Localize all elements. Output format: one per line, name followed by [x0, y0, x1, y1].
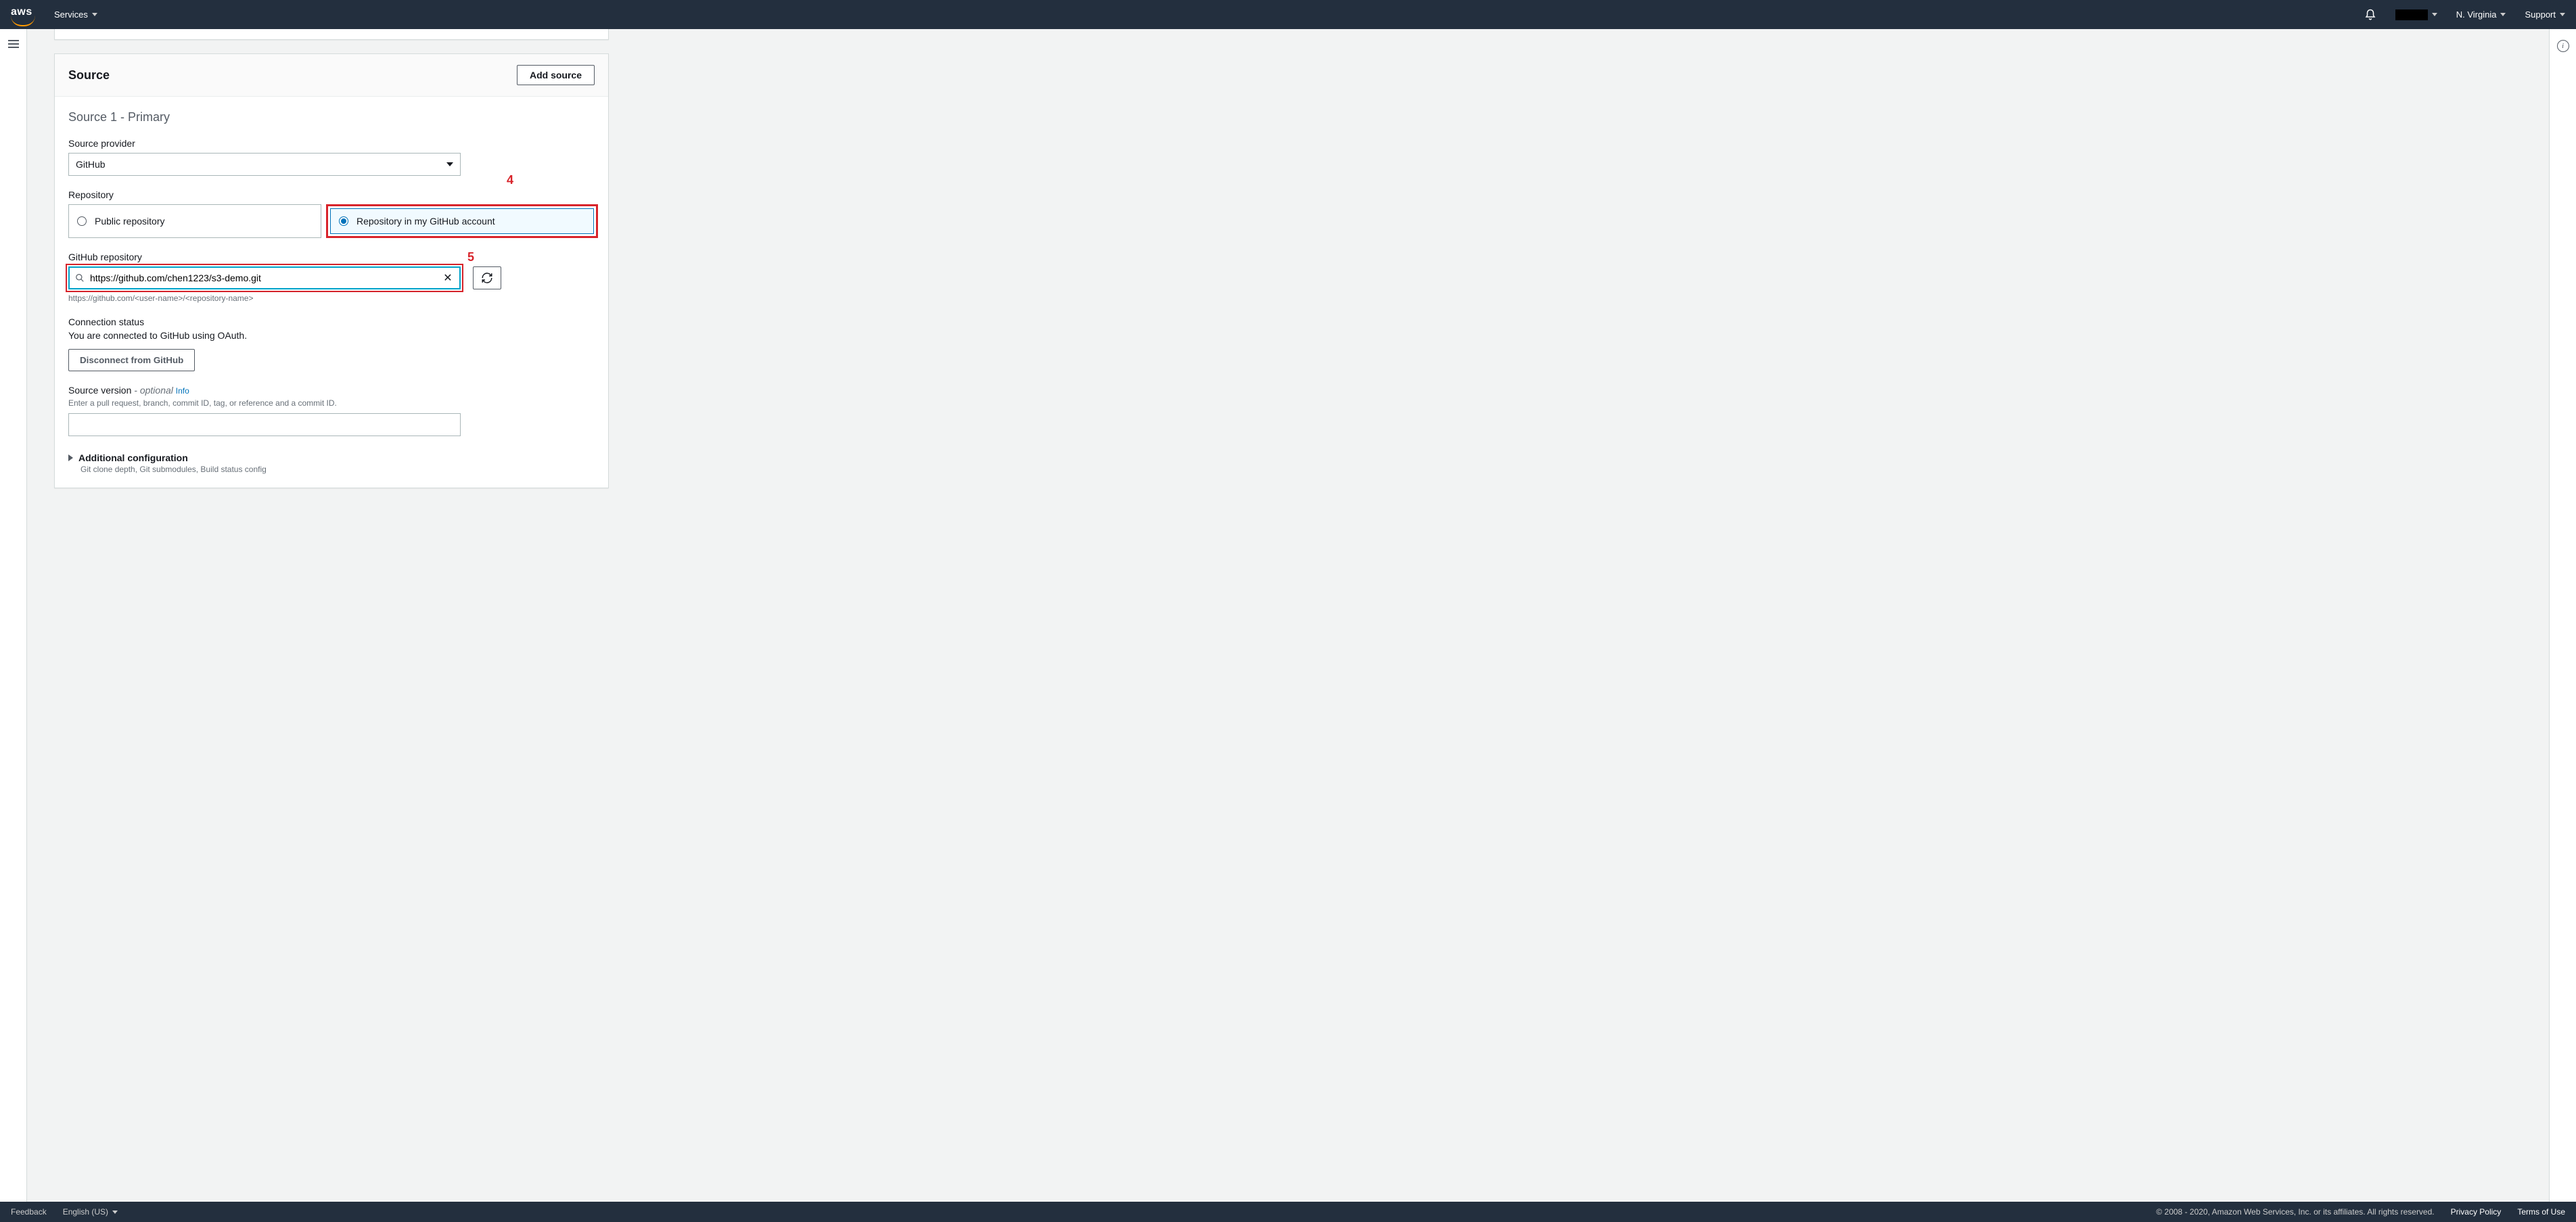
- notifications-icon[interactable]: [2364, 9, 2376, 21]
- clear-input-icon[interactable]: ✕: [442, 271, 454, 285]
- additional-config-title: Additional configuration: [78, 452, 188, 463]
- refresh-icon: [481, 272, 493, 284]
- add-source-button[interactable]: Add source: [517, 65, 595, 85]
- caret-down-icon: [2500, 13, 2506, 16]
- info-icon[interactable]: i: [2557, 40, 2569, 52]
- radio-icon: [77, 216, 87, 226]
- language-selector[interactable]: English (US): [63, 1207, 118, 1217]
- source-section-title: Source 1 - Primary: [68, 110, 595, 124]
- source-version-info-link[interactable]: Info: [176, 386, 189, 396]
- language-label: English (US): [63, 1207, 108, 1217]
- repo-option-account[interactable]: Repository in my GitHub account: [330, 208, 594, 234]
- support-label: Support: [2525, 9, 2556, 20]
- services-label: Services: [54, 9, 88, 20]
- source-provider-label: Source provider: [68, 138, 595, 149]
- region-label: N. Virginia: [2456, 9, 2497, 20]
- source-version-input[interactable]: [68, 413, 461, 436]
- account-name-redacted: [2395, 9, 2428, 20]
- source-panel: Source Add source Source 1 - Primary Sou…: [54, 53, 609, 488]
- caret-right-icon: [68, 454, 73, 461]
- github-repo-input[interactable]: [90, 268, 436, 288]
- github-repo-hint: https://github.com/<user-name>/<reposito…: [68, 293, 461, 303]
- connection-status-message: You are connected to GitHub using OAuth.: [68, 330, 595, 341]
- region-menu[interactable]: N. Virginia: [2456, 9, 2506, 20]
- hamburger-icon[interactable]: [8, 40, 19, 48]
- annotation-5: 5: [467, 250, 474, 264]
- additional-config-subtitle: Git clone depth, Git submodules, Build s…: [80, 465, 595, 474]
- source-version-optional: - optional: [131, 385, 172, 396]
- radio-icon: [339, 216, 348, 226]
- top-nav: aws Services N. Virginia Support: [0, 0, 2576, 29]
- repo-option-account-label: Repository in my GitHub account: [356, 216, 495, 227]
- connection-status-label: Connection status: [68, 316, 595, 327]
- right-rail: i: [2549, 29, 2576, 1202]
- source-version-hint: Enter a pull request, branch, commit ID,…: [68, 398, 595, 408]
- panel-title: Source: [68, 68, 110, 83]
- terms-link[interactable]: Terms of Use: [2517, 1207, 2565, 1217]
- search-icon: [75, 273, 85, 283]
- caret-down-icon: [92, 13, 97, 16]
- source-provider-select[interactable]: GitHub: [68, 153, 461, 176]
- annotation-4: 4: [507, 173, 513, 187]
- github-repo-label: GitHub repository: [68, 252, 595, 262]
- source-provider-value: GitHub: [76, 159, 106, 170]
- repo-option-public[interactable]: Public repository: [68, 204, 321, 238]
- caret-down-icon: [2432, 13, 2437, 16]
- main-scroll-area[interactable]: Source Add source Source 1 - Primary Sou…: [27, 29, 2549, 1202]
- additional-config-toggle[interactable]: Additional configuration: [68, 452, 595, 463]
- repository-label: Repository: [68, 189, 595, 200]
- caret-down-icon: [2560, 13, 2565, 16]
- account-menu[interactable]: [2395, 9, 2437, 20]
- refresh-button[interactable]: [473, 266, 501, 289]
- repo-option-public-label: Public repository: [95, 216, 165, 227]
- caret-down-icon: [446, 162, 453, 166]
- github-repo-input-wrap: ✕: [68, 266, 461, 289]
- left-rail: [0, 29, 27, 1202]
- disconnect-button[interactable]: Disconnect from GitHub: [68, 349, 195, 371]
- source-version-labelrow: Source version - optional Info: [68, 385, 595, 396]
- privacy-link[interactable]: Privacy Policy: [2451, 1207, 2502, 1217]
- footer: Feedback English (US) © 2008 - 2020, Ama…: [0, 1202, 2576, 1222]
- previous-panel-peek: [54, 29, 609, 40]
- aws-logo[interactable]: aws: [11, 6, 35, 24]
- source-version-label: Source version: [68, 385, 131, 396]
- services-menu[interactable]: Services: [54, 9, 97, 20]
- copyright: © 2008 - 2020, Amazon Web Services, Inc.…: [2156, 1207, 2434, 1217]
- feedback-link[interactable]: Feedback: [11, 1207, 47, 1217]
- caret-down-icon: [112, 1211, 118, 1214]
- support-menu[interactable]: Support: [2525, 9, 2565, 20]
